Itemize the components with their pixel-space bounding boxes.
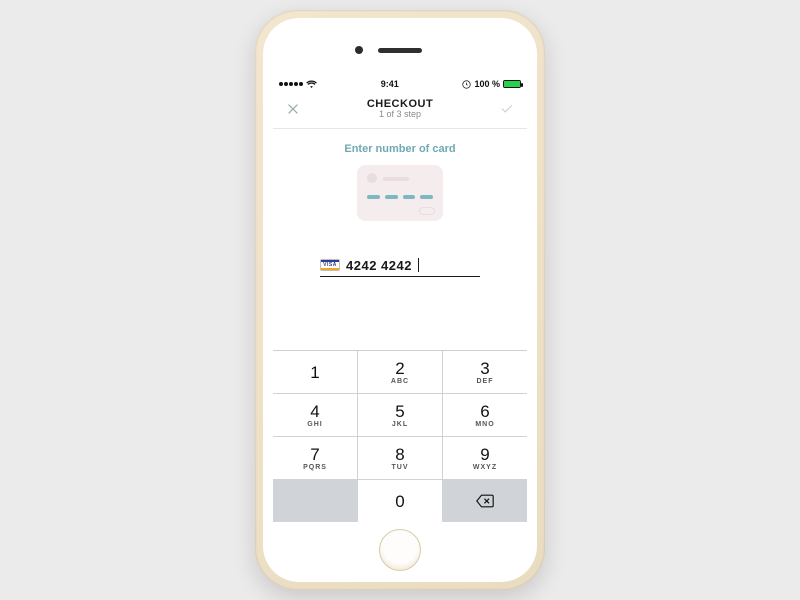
key-7[interactable]: 7PQRS — [273, 437, 357, 479]
key-9[interactable]: 9WXYZ — [443, 437, 527, 479]
close-icon — [286, 102, 300, 116]
key-backspace[interactable] — [443, 480, 527, 522]
status-left — [279, 80, 317, 88]
key-6[interactable]: 6MNO — [443, 394, 527, 436]
prompt-label: Enter number of card — [344, 143, 455, 155]
visa-icon: VISA — [320, 259, 340, 271]
battery-icon — [503, 80, 521, 88]
key-4[interactable]: 4GHI — [273, 394, 357, 436]
key-blank — [273, 480, 357, 522]
backspace-icon — [475, 494, 495, 508]
front-camera — [355, 46, 363, 54]
speaker — [378, 48, 422, 53]
phone-body: 9:41 100 % CHECKOUT 1 of 3 step — [263, 18, 537, 582]
content: Enter number of card VISA 4242 4242 — [273, 129, 527, 350]
check-icon — [500, 102, 514, 116]
card-number-input[interactable]: VISA 4242 4242 — [320, 255, 480, 277]
signal-icon — [279, 82, 303, 86]
card-illustration — [357, 165, 443, 221]
screen: 9:41 100 % CHECKOUT 1 of 3 step — [273, 76, 527, 522]
key-8[interactable]: 8TUV — [358, 437, 442, 479]
confirm-button[interactable] — [497, 99, 517, 119]
phone-frame: 9:41 100 % CHECKOUT 1 of 3 step — [255, 10, 545, 590]
step-indicator: 1 of 3 step — [367, 110, 433, 120]
nav-title-block: CHECKOUT 1 of 3 step — [367, 98, 433, 120]
key-5[interactable]: 5JKL — [358, 394, 442, 436]
key-2[interactable]: 2ABC — [358, 351, 442, 393]
key-0[interactable]: 0 — [358, 480, 442, 522]
numeric-keypad: 1 2ABC 3DEF 4GHI 5JKL 6MNO 7PQRS 8TUV 9W… — [273, 350, 527, 522]
battery-percentage: 100 % — [474, 79, 500, 89]
card-number-value: 4242 4242 — [346, 258, 412, 273]
status-right: 100 % — [462, 79, 521, 89]
text-cursor — [418, 258, 419, 272]
status-bar: 9:41 100 % — [273, 76, 527, 92]
key-1[interactable]: 1 — [273, 351, 357, 393]
status-time: 9:41 — [381, 79, 399, 89]
home-button[interactable] — [379, 529, 421, 571]
orientation-lock-icon — [462, 80, 471, 89]
nav-bar: CHECKOUT 1 of 3 step — [273, 92, 527, 129]
key-3[interactable]: 3DEF — [443, 351, 527, 393]
close-button[interactable] — [283, 99, 303, 119]
wifi-icon — [306, 80, 317, 88]
